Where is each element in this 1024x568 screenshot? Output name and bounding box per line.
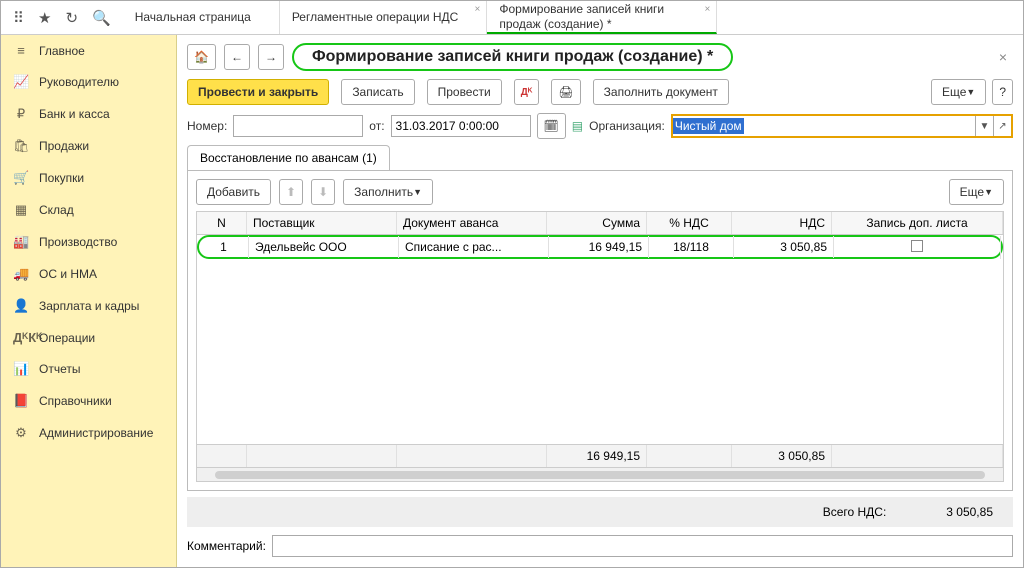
post-close-button[interactable]: Провести и закрыть — [187, 79, 329, 105]
footer-nds: 3 050,85 — [732, 445, 832, 467]
sidebar-item-sales[interactable]: 🛍Продажи — [1, 130, 176, 162]
more-button[interactable]: Еще ▼ — [931, 79, 986, 105]
chevron-down-icon[interactable]: ▼ — [975, 116, 993, 136]
sidebar-item-assets[interactable]: 🚚ОС и НМА — [1, 258, 176, 290]
advances-table: N Поставщик Документ аванса Сумма % НДС … — [196, 211, 1004, 482]
book-icon: 📕 — [13, 393, 29, 409]
sidebar-item-operations[interactable]: ДᴷКᴷОперации — [1, 322, 176, 353]
menu-icon: ≡ — [13, 43, 29, 58]
subtab-strip: Восстановление по авансам (1) — [187, 145, 1013, 171]
dtkt-button[interactable]: Дᴷ — [514, 79, 540, 105]
gear-icon: ⚙ — [13, 425, 29, 441]
footer-sum: 16 949,15 — [547, 445, 647, 467]
search-icon[interactable]: 🔍 — [92, 9, 111, 27]
col-nds[interactable]: НДС — [732, 212, 832, 234]
chevron-down-icon: ▼ — [966, 87, 975, 97]
back-button[interactable]: ← — [224, 44, 250, 70]
chart-icon: 📈 — [13, 74, 29, 90]
grid-icon: ▦ — [13, 202, 29, 218]
ruble-icon: ₽ — [13, 106, 29, 122]
close-icon[interactable]: × — [705, 4, 711, 16]
sidebar-item-reports[interactable]: 📊Отчеты — [1, 353, 176, 385]
col-addsheet[interactable]: Запись доп. листа — [832, 212, 1003, 234]
close-page-button[interactable]: × — [993, 49, 1013, 65]
h-scrollbar[interactable] — [197, 467, 1003, 481]
history-icon[interactable]: ↻ — [65, 9, 78, 27]
move-down-button[interactable]: ⬇ — [311, 179, 335, 205]
totals-bar: Всего НДС: 3 050,85 — [187, 497, 1013, 527]
fill-doc-button[interactable]: Заполнить документ — [593, 79, 729, 105]
close-icon[interactable]: × — [475, 4, 481, 16]
dtkt-icon: ДᴷКᴷ — [13, 330, 29, 345]
person-icon: 👤 — [13, 298, 29, 314]
toolbar: Провести и закрыть Записать Провести Дᴷ … — [187, 79, 1013, 105]
sidebar-item-catalogs[interactable]: 📕Справочники — [1, 385, 176, 417]
move-up-button[interactable]: ⬆ — [279, 179, 303, 205]
print-button[interactable]: 🖨 — [551, 79, 580, 105]
sidebar-item-production[interactable]: 🏭Производство — [1, 226, 176, 258]
cart-icon: 🛒 — [13, 170, 29, 186]
sidebar-item-payroll[interactable]: 👤Зарплата и кадры — [1, 290, 176, 322]
bag-icon: 🛍 — [13, 138, 29, 154]
forward-button[interactable]: → — [258, 44, 284, 70]
truck-icon: 🚚 — [13, 266, 29, 282]
number-label: Номер: — [187, 119, 227, 133]
open-icon[interactable]: ↗ — [993, 116, 1011, 136]
factory-icon: 🏭 — [13, 234, 29, 250]
tab-sales-book[interactable]: Формирование записей книги продаж (созда… — [487, 1, 717, 34]
date-input[interactable] — [391, 115, 531, 137]
total-nds-value: 3 050,85 — [946, 505, 993, 519]
help-button[interactable]: ? — [992, 79, 1013, 105]
col-sum[interactable]: Сумма — [547, 212, 647, 234]
col-document[interactable]: Документ аванса — [397, 212, 547, 234]
col-supplier[interactable]: Поставщик — [247, 212, 397, 234]
sidebar-item-warehouse[interactable]: ▦Склад — [1, 194, 176, 226]
table-row[interactable]: 1 Эдельвейс ООО Списание с рас... 16 949… — [197, 235, 1003, 259]
content-area: 🏠 ← → Формирование записей книги продаж … — [177, 35, 1023, 567]
table-footer: 16 949,15 3 050,85 — [197, 444, 1003, 467]
list-icon[interactable]: ▤ — [572, 119, 583, 133]
sidebar: ≡Главное 📈Руководителю ₽Банк и касса 🛍Пр… — [1, 35, 177, 567]
sidebar-item-purchases[interactable]: 🛒Покупки — [1, 162, 176, 194]
top-bar: ⠿ ★ ↻ 🔍 Начальная страница Регламентные … — [1, 1, 1023, 35]
subtab-advances[interactable]: Восстановление по авансам (1) — [187, 145, 390, 170]
sidebar-item-manager[interactable]: 📈Руководителю — [1, 66, 176, 98]
tab-home[interactable]: Начальная страница — [123, 1, 280, 34]
sidebar-item-admin[interactable]: ⚙Администрирование — [1, 417, 176, 449]
star-icon[interactable]: ★ — [38, 9, 51, 27]
tab-nds[interactable]: Регламентные операции НДС× — [280, 1, 488, 34]
tab-panel: Добавить ⬆ ⬇ Заполнить ▼ Еще ▼ N Поставщ… — [187, 171, 1013, 491]
calendar-button[interactable]: 🗓 — [537, 113, 566, 139]
table-body: 1 Эдельвейс ООО Списание с рас... 16 949… — [197, 235, 1003, 444]
chevron-down-icon: ▼ — [413, 187, 422, 197]
fill-button[interactable]: Заполнить ▼ — [343, 179, 433, 205]
from-label: от: — [369, 119, 384, 133]
sidebar-item-bank[interactable]: ₽Банк и касса — [1, 98, 176, 130]
bars-icon: 📊 — [13, 361, 29, 377]
apps-icon[interactable]: ⠿ — [13, 9, 24, 27]
table-header: N Поставщик Документ аванса Сумма % НДС … — [197, 212, 1003, 235]
sidebar-item-main[interactable]: ≡Главное — [1, 35, 176, 66]
comment-input[interactable] — [272, 535, 1013, 557]
total-nds-label: Всего НДС: — [823, 505, 887, 519]
top-icons: ⠿ ★ ↻ 🔍 — [1, 1, 123, 34]
org-label: Организация: — [589, 119, 665, 133]
page-title: Формирование записей книги продаж (созда… — [292, 43, 733, 71]
org-field[interactable]: Чистый дом ▼ ↗ — [671, 114, 1013, 138]
window-tabs: Начальная страница Регламентные операции… — [123, 1, 1023, 34]
form-row: Номер: от: 🗓 ▤ Организация: Чистый дом ▼… — [187, 113, 1013, 139]
add-row-button[interactable]: Добавить — [196, 179, 271, 205]
write-button[interactable]: Записать — [341, 79, 414, 105]
col-pct[interactable]: % НДС — [647, 212, 732, 234]
home-button[interactable]: 🏠 — [187, 44, 216, 70]
chevron-down-icon: ▼ — [984, 187, 993, 197]
col-n[interactable]: N — [197, 212, 247, 234]
post-button[interactable]: Провести — [427, 79, 502, 105]
addsheet-checkbox[interactable] — [911, 240, 923, 252]
table-more-button[interactable]: Еще ▼ — [949, 179, 1004, 205]
comment-label: Комментарий: — [187, 539, 266, 553]
number-input[interactable] — [233, 115, 363, 137]
org-value: Чистый дом — [673, 118, 744, 134]
